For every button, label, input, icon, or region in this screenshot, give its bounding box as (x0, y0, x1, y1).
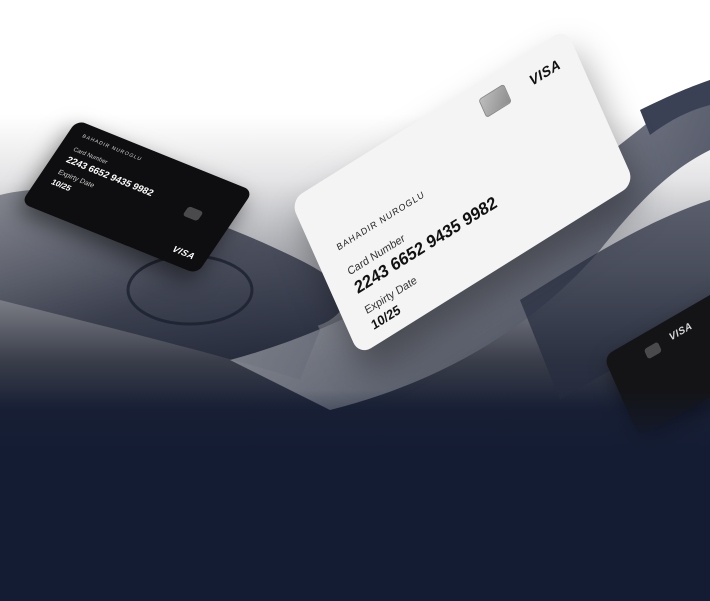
visa-logo: VISA (667, 320, 695, 344)
chip-icon (478, 83, 512, 119)
hero-scene: BAHADIR NUROGLU Card Number 2243 6652 94… (0, 0, 710, 601)
visa-logo: VISA (170, 244, 198, 262)
visa-logo: VISA (526, 55, 563, 89)
chip-icon (643, 341, 663, 360)
chip-icon (182, 206, 204, 222)
bottom-dark-fade (0, 390, 710, 601)
